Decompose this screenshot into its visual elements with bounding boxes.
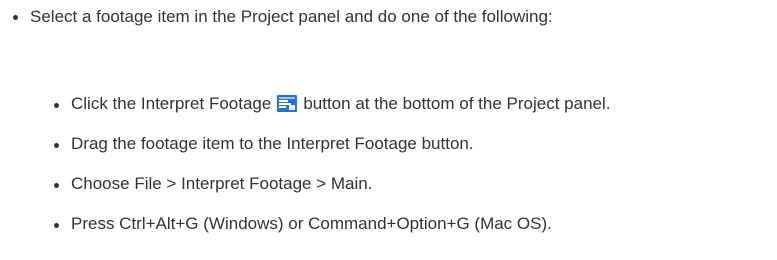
instruction-list: Select a footage item in the Project pan… [0, 0, 777, 30]
bullet-icon [54, 223, 59, 228]
step-text: Choose File > Interpret Footage > Main. [71, 174, 373, 193]
step-text: Drag the footage item to the Interpret F… [71, 134, 474, 153]
list-item: Drag the footage item to the Interpret F… [0, 133, 777, 173]
options-list: Click the Interpret Footage button at th… [0, 93, 777, 253]
step-text: Press Ctrl+Alt+G (Windows) or Command+Op… [71, 214, 552, 233]
list-item: Select a footage item in the Project pan… [0, 0, 777, 30]
bullet-icon [13, 15, 18, 20]
step-text: Click the Interpret Footage [71, 94, 272, 113]
intro-text: Select a footage item in the Project pan… [30, 7, 553, 26]
bullet-icon [54, 103, 59, 108]
step-text: button at the bottom of the Project pane… [303, 94, 611, 113]
list-item: Press Ctrl+Alt+G (Windows) or Command+Op… [0, 213, 777, 253]
list-item: Click the Interpret Footage button at th… [0, 93, 777, 133]
interpret-footage-icon [277, 95, 298, 118]
bullet-icon [54, 143, 59, 148]
bullet-icon [54, 183, 59, 188]
list-item: Choose File > Interpret Footage > Main. [0, 173, 777, 213]
